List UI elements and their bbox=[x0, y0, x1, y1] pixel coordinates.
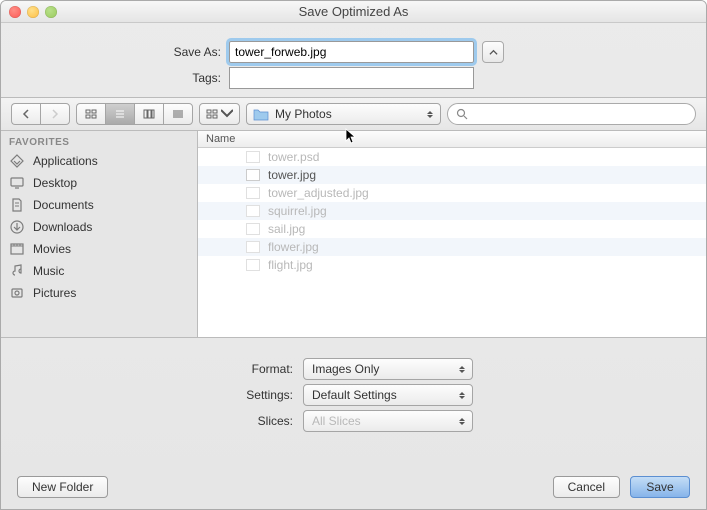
file-row[interactable]: tower.jpg bbox=[198, 166, 706, 184]
chevron-icon bbox=[459, 366, 467, 373]
chevron-down-icon bbox=[221, 109, 233, 119]
file-icon bbox=[246, 205, 260, 217]
arrange-group bbox=[199, 103, 240, 125]
sidebar-item-music[interactable]: Music bbox=[1, 260, 197, 282]
save-as-input[interactable] bbox=[229, 41, 474, 63]
coverflow-icon bbox=[172, 109, 184, 119]
sidebar-header: FAVORITES bbox=[1, 131, 197, 150]
slices-label: Slices: bbox=[1, 414, 293, 428]
save-as-label: Save As: bbox=[1, 45, 221, 59]
tags-label: Tags: bbox=[1, 71, 221, 85]
arrange-button[interactable] bbox=[199, 103, 240, 125]
icon-view-button[interactable] bbox=[76, 103, 105, 125]
sidebar-item-label: Desktop bbox=[33, 176, 77, 190]
file-row: sail.jpg bbox=[198, 220, 706, 238]
close-window-icon[interactable] bbox=[9, 6, 21, 18]
tags-input[interactable] bbox=[229, 67, 474, 89]
file-name: squirrel.jpg bbox=[268, 204, 327, 218]
sidebar-item-downloads[interactable]: Downloads bbox=[1, 216, 197, 238]
nav-buttons bbox=[11, 103, 70, 125]
folder-icon bbox=[253, 107, 269, 121]
sidebar-item-label: Documents bbox=[33, 198, 94, 212]
file-icon bbox=[246, 223, 260, 235]
file-icon bbox=[246, 169, 260, 181]
disclosure-button[interactable] bbox=[482, 41, 504, 63]
file-row: flight.jpg bbox=[198, 256, 706, 274]
column-view-button[interactable] bbox=[134, 103, 163, 125]
settings-label: Settings: bbox=[1, 388, 293, 402]
desktop-icon bbox=[9, 175, 25, 191]
forward-button[interactable] bbox=[40, 103, 70, 125]
file-row: flower.jpg bbox=[198, 238, 706, 256]
folder-label: My Photos bbox=[275, 107, 332, 121]
new-folder-button[interactable]: New Folder bbox=[17, 476, 108, 498]
sidebar-item-label: Downloads bbox=[33, 220, 92, 234]
cancel-button[interactable]: Cancel bbox=[553, 476, 620, 498]
file-name: tower.psd bbox=[268, 150, 319, 164]
format-select[interactable]: Images Only bbox=[303, 358, 473, 380]
coverflow-view-button[interactable] bbox=[163, 103, 193, 125]
search-icon bbox=[456, 108, 468, 120]
chevron-icon bbox=[459, 418, 467, 425]
list-view-button[interactable] bbox=[105, 103, 134, 125]
chevron-icon bbox=[459, 392, 467, 399]
settings-select[interactable]: Default Settings bbox=[303, 384, 473, 406]
pictures-icon bbox=[9, 285, 25, 301]
zoom-window-icon[interactable] bbox=[45, 6, 57, 18]
file-row: tower.psd bbox=[198, 148, 706, 166]
downloads-icon bbox=[9, 219, 25, 235]
sidebar-item-label: Applications bbox=[33, 154, 98, 168]
dropdown-chevron-icon bbox=[427, 111, 435, 118]
slices-select: All Slices bbox=[303, 410, 473, 432]
file-icon bbox=[246, 259, 260, 271]
sidebar-item-label: Pictures bbox=[33, 286, 76, 300]
sidebar-item-documents[interactable]: Documents bbox=[1, 194, 197, 216]
sidebar-item-desktop[interactable]: Desktop bbox=[1, 172, 197, 194]
file-pane: Name tower.psd tower.jpg tower_adjusted.jp… bbox=[198, 131, 706, 337]
file-icon bbox=[246, 151, 260, 163]
sidebar-item-pictures[interactable]: Pictures bbox=[1, 282, 197, 304]
list-icon bbox=[114, 109, 126, 119]
sidebar-item-movies[interactable]: Movies bbox=[1, 238, 197, 260]
file-name: tower.jpg bbox=[268, 168, 316, 182]
save-button[interactable]: Save bbox=[630, 476, 690, 498]
file-name: sail.jpg bbox=[268, 222, 305, 236]
apps-icon bbox=[9, 153, 25, 169]
search-input[interactable] bbox=[473, 107, 687, 121]
format-label: Format: bbox=[1, 362, 293, 376]
sidebar-item-applications[interactable]: Applications bbox=[1, 150, 197, 172]
sidebar-item-label: Movies bbox=[33, 242, 71, 256]
arrange-icon bbox=[206, 109, 218, 119]
grid-icon bbox=[85, 109, 97, 119]
view-buttons bbox=[76, 103, 193, 125]
back-button[interactable] bbox=[11, 103, 40, 125]
window-title: Save Optimized As bbox=[299, 4, 409, 19]
sidebar: FAVORITES Applications Desktop Documents Do… bbox=[1, 131, 198, 337]
music-icon bbox=[9, 263, 25, 279]
movies-icon bbox=[9, 241, 25, 257]
docs-icon bbox=[9, 197, 25, 213]
file-name: flight.jpg bbox=[268, 258, 313, 272]
minimize-window-icon[interactable] bbox=[27, 6, 39, 18]
search-field[interactable] bbox=[447, 103, 696, 125]
folder-dropdown[interactable]: My Photos bbox=[246, 103, 441, 125]
file-icon bbox=[246, 241, 260, 253]
file-icon bbox=[246, 187, 260, 199]
file-name: tower_adjusted.jpg bbox=[268, 186, 369, 200]
sidebar-item-label: Music bbox=[33, 264, 64, 278]
chevron-up-icon bbox=[489, 48, 498, 57]
back-icon bbox=[20, 109, 32, 119]
forward-icon bbox=[49, 109, 61, 119]
columns-icon bbox=[143, 109, 155, 119]
file-row: squirrel.jpg bbox=[198, 202, 706, 220]
file-name: flower.jpg bbox=[268, 240, 319, 254]
column-header-name[interactable]: Name bbox=[198, 131, 706, 148]
file-row: tower_adjusted.jpg bbox=[198, 184, 706, 202]
